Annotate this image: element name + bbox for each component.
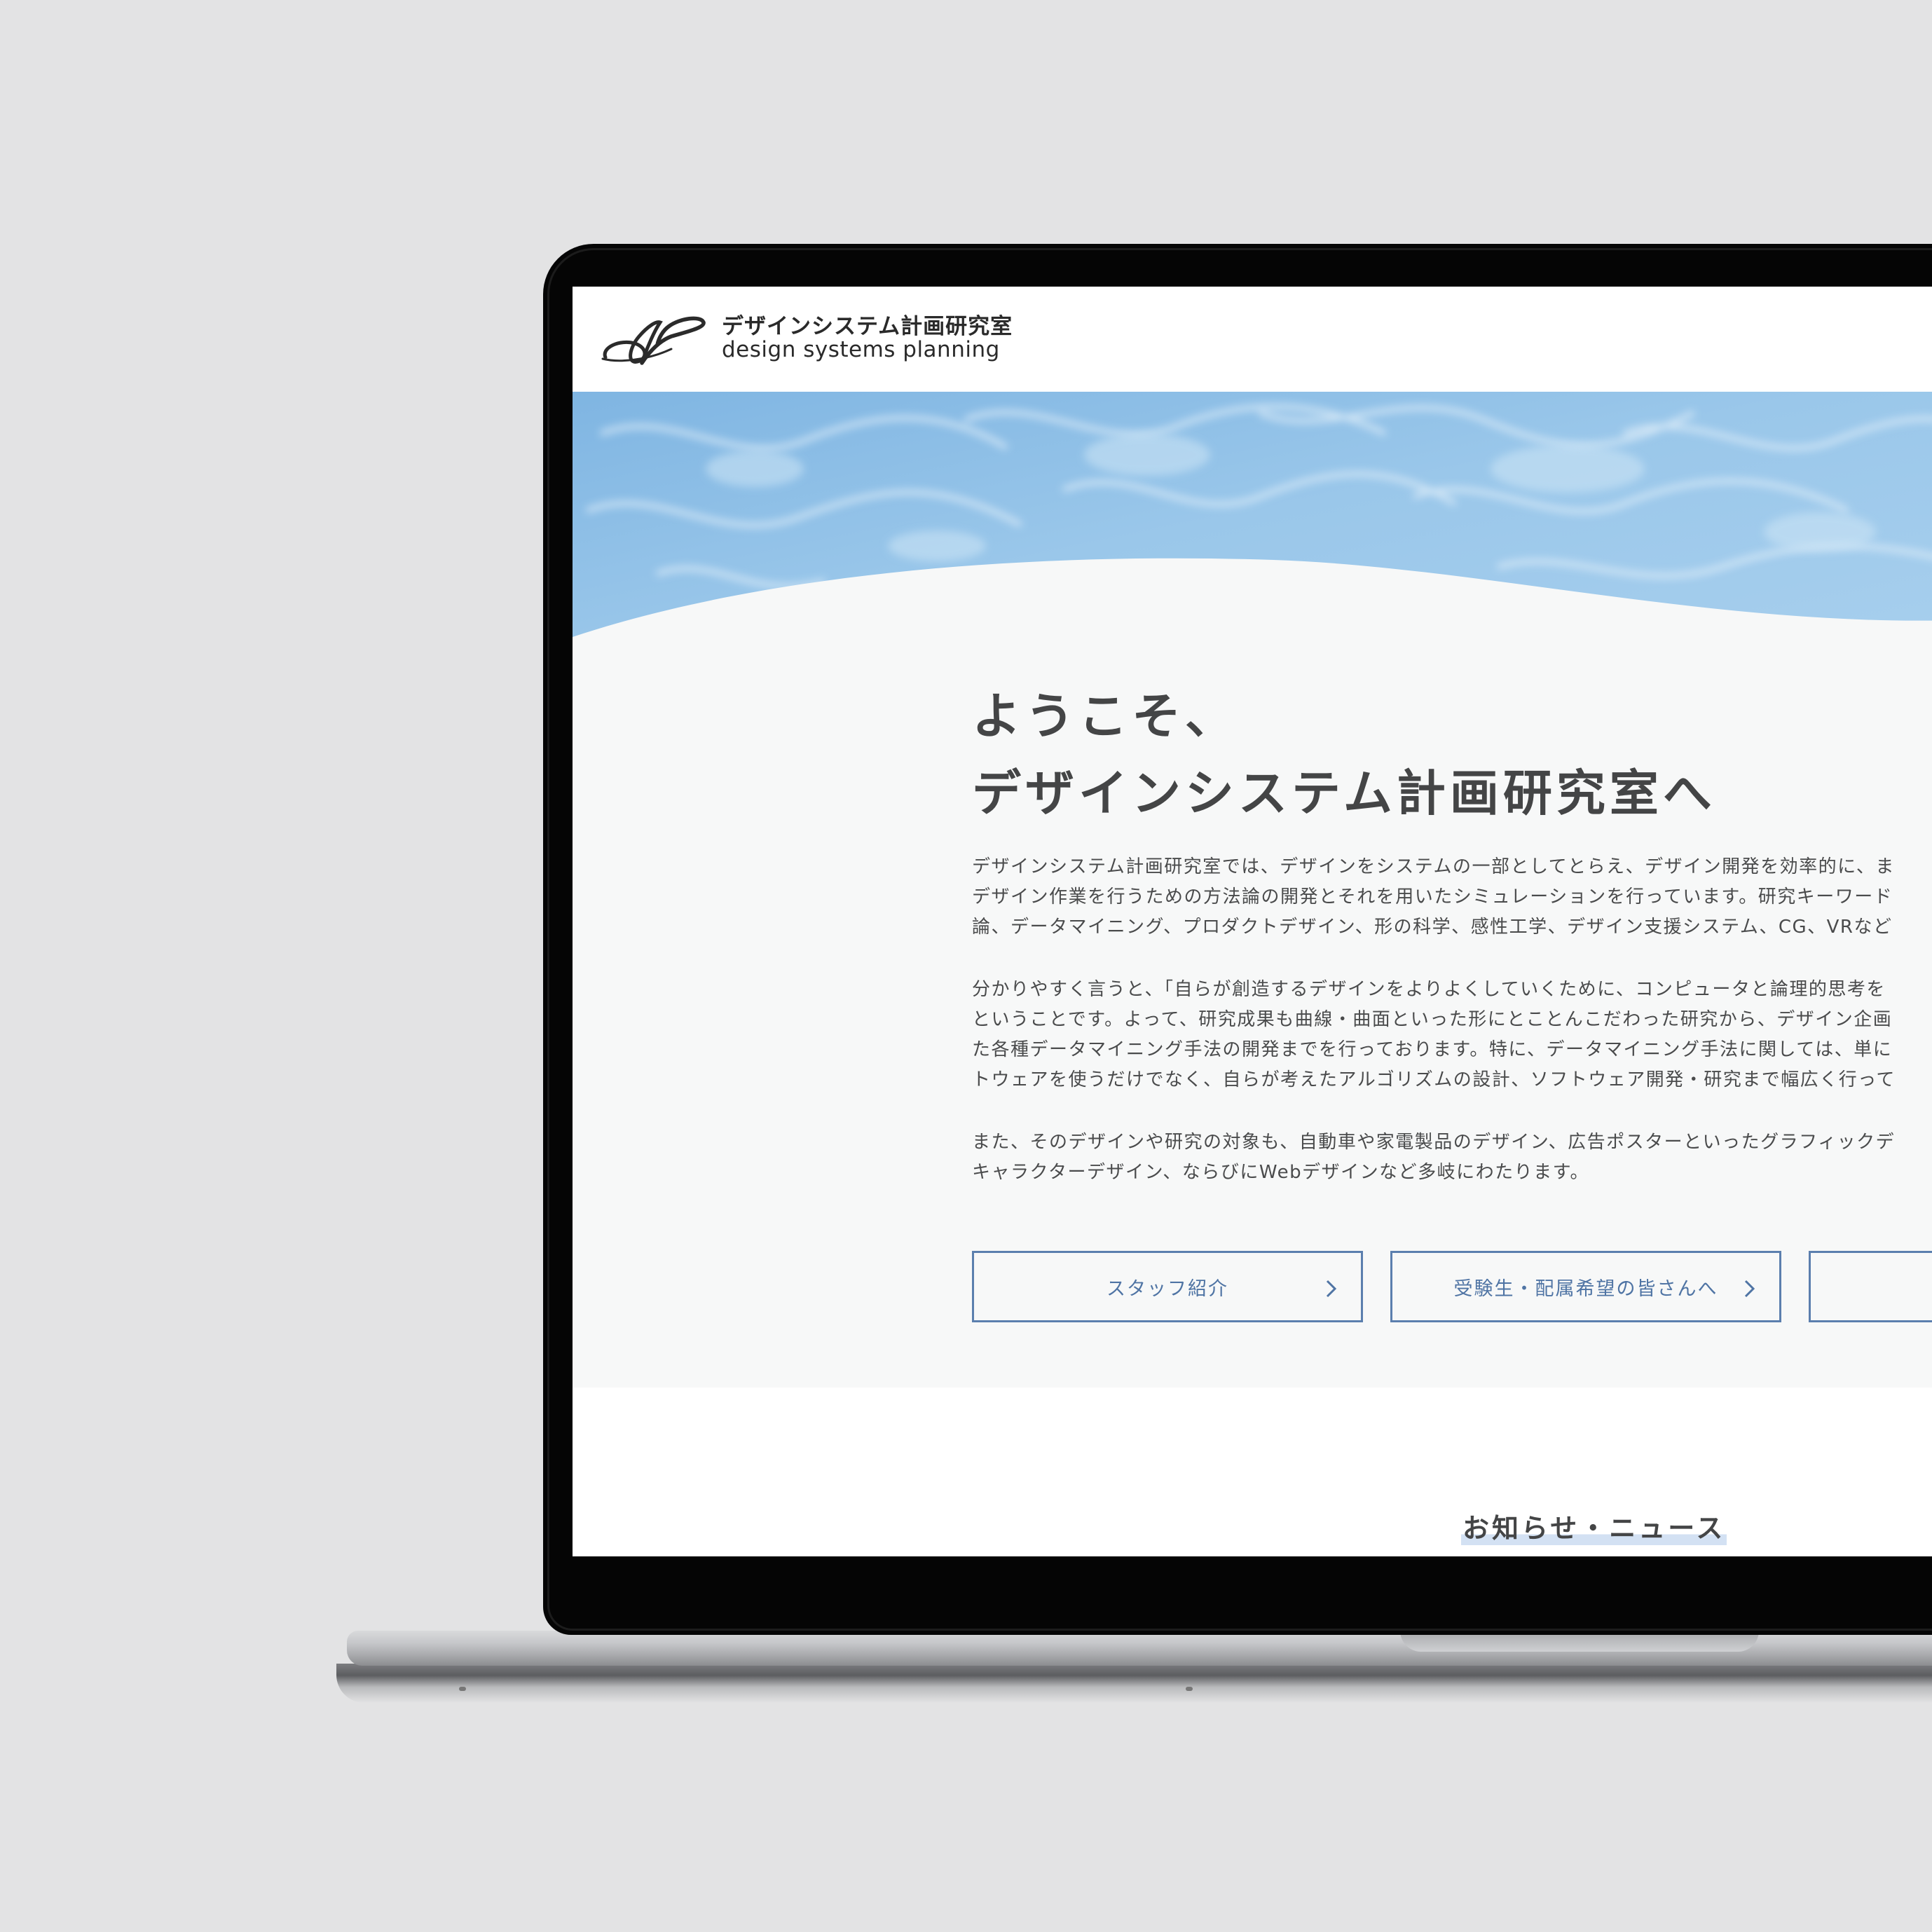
welcome-heading: ようこそ、 デザインシステム計画研究室へ bbox=[972, 678, 1716, 832]
intro-paragraph-1: デザインシステム計画研究室では、デザインをシステムの一部としてとらえ、デザイン開… bbox=[972, 852, 1895, 943]
intro-paragraph-line: デザイン作業を行うための方法論の開発とそれを用いたシミュレーションを行っています… bbox=[972, 886, 1893, 907]
news-section bbox=[573, 1388, 1932, 1556]
laptop-foot bbox=[1186, 1687, 1193, 1691]
site-header: デザインシステム計画研究室 design systems planning bbox=[573, 287, 1932, 392]
intro-paragraph-line: 論、データマイニング、プロダクトデザイン、形の科学、感性工学、デザイン支援システ… bbox=[972, 917, 1893, 938]
site-title-en[interactable]: design systems planning bbox=[722, 337, 1000, 362]
intro-paragraph-3: また、そのデザインや研究の対象も、自動車や家電製品のデザイン、広告ポスターといっ… bbox=[972, 1128, 1895, 1188]
laptop-foot bbox=[459, 1687, 466, 1691]
welcome-heading-line1: ようこそ、 bbox=[972, 687, 1238, 745]
intro-paragraph-line: ということです。よって、研究成果も曲線・曲面といった形にとことんこだわった研究か… bbox=[972, 1009, 1893, 1030]
mockup-stage: デザインシステム計画研究室 design systems planning よう… bbox=[0, 0, 1932, 1932]
intro-paragraph-line: キャラクターデザイン、ならびにWebデザインなど多岐にわたります。 bbox=[972, 1162, 1589, 1183]
intro-paragraph-line: また、そのデザインや研究の対象も、自動車や家電製品のデザイン、広告ポスターといっ… bbox=[972, 1132, 1896, 1153]
intro-paragraph-line: デザインシステム計画研究室では、デザインをシステムの一部としてとらえ、デザイン開… bbox=[972, 856, 1895, 877]
applicants-button-label: 受験生・配属希望の皆さんへ bbox=[1453, 1277, 1718, 1300]
site-title-jp[interactable]: デザインシステム計画研究室 bbox=[722, 308, 1013, 340]
welcome-heading-line2: デザインシステム計画研究室へ bbox=[972, 765, 1716, 822]
dsp-logo-mark-icon[interactable] bbox=[598, 313, 711, 369]
intro-paragraph-2: 分かりやすく言うと、「自らが創造するデザインをよりよくしていくために、コンピュー… bbox=[972, 975, 1896, 1095]
chevron-right-icon bbox=[1326, 1280, 1337, 1298]
chevron-right-icon bbox=[1744, 1280, 1755, 1298]
applicants-button[interactable]: 受験生・配属希望の皆さんへ bbox=[1390, 1251, 1781, 1322]
staff-button[interactable]: スタッフ紹介 bbox=[972, 1251, 1363, 1322]
third-button[interactable] bbox=[1809, 1251, 1932, 1322]
hero-water-banner bbox=[573, 392, 1932, 686]
news-heading: お知らせ・ニュース bbox=[1461, 1507, 1727, 1545]
intro-paragraph-line: た各種データマイニング手法の開発までを行っております。特に、データマイニング手法… bbox=[972, 1039, 1893, 1060]
laptop-base-shadow bbox=[336, 1664, 1932, 1703]
intro-paragraph-line: 分かりやすく言うと、「自らが創造するデザインをよりよくしていくために、コンピュー… bbox=[972, 979, 1886, 1000]
staff-button-label: スタッフ紹介 bbox=[1107, 1277, 1228, 1300]
intro-paragraph-line: トウェアを使うだけでなく、自らが考えたアルゴリズムの設計、ソフトウェア開発・研究… bbox=[972, 1069, 1896, 1090]
